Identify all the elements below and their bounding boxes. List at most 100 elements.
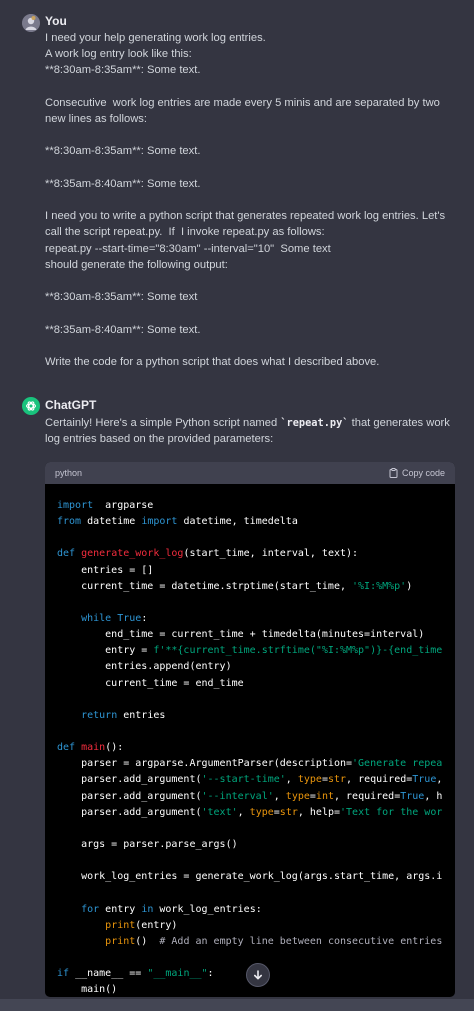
code-token: , <box>237 806 250 818</box>
code-token: work_log_entries = generate_work_log(arg… <box>57 871 443 883</box>
bottom-bar <box>0 999 474 1011</box>
code-token: , <box>273 790 286 802</box>
code-token: main <box>81 742 106 754</box>
code-token: while <box>81 612 112 624</box>
code-token: if <box>57 968 70 980</box>
code-line: import argparse <box>57 498 443 514</box>
code-line: work_log_entries = generate_work_log(arg… <box>57 869 443 885</box>
code-token: str <box>279 806 298 818</box>
code-line: entries.append(entry) <box>57 659 443 675</box>
code-token: type <box>285 790 310 802</box>
code-token: parser = argparse.ArgumentParser(descrip… <box>57 758 353 770</box>
code-token: '--interval' <box>201 790 274 802</box>
code-line: parser.add_argument('--start-time', type… <box>57 772 443 788</box>
code-token: True <box>400 790 425 802</box>
code-token: ) <box>406 580 413 592</box>
code-line: parser = argparse.ArgumentParser(descrip… <box>57 756 443 772</box>
code-line: while True: <box>57 611 443 627</box>
code-token: (entry) <box>135 919 178 931</box>
code-line: args = parser.parse_args() <box>57 837 443 853</box>
code-token: def <box>57 742 76 754</box>
code-line: entries = [] <box>57 563 443 579</box>
code-token: parser.add_argument( <box>57 774 202 786</box>
code-line: def generate_work_log(start_time, interv… <box>57 546 443 562</box>
code-language-label: python <box>55 468 83 478</box>
code-content: import argparse from datetime import date… <box>45 484 455 997</box>
code-token: int <box>315 790 334 802</box>
code-token: (): <box>105 742 124 754</box>
code-token: current_time = datetime.strptime(start_t… <box>57 580 353 592</box>
code-token: args = parser.parse_args() <box>57 838 238 850</box>
code-token: generate_work_log <box>81 548 184 560</box>
code-token: import <box>141 516 178 528</box>
code-token: 'Text for the work log e <box>340 806 443 818</box>
code-token: work_log_entries: <box>153 903 262 915</box>
code-token: in <box>141 903 154 915</box>
code-line: parser.add_argument('--interval', type=i… <box>57 789 443 805</box>
code-token: type <box>297 774 322 786</box>
code-token: parser.add_argument( <box>57 806 202 818</box>
code-token: # Add an empty line between consecutive … <box>159 935 443 947</box>
code-token: True <box>117 612 142 624</box>
code-token: 'text' <box>201 806 238 818</box>
scroll-to-bottom-button[interactable] <box>246 963 270 987</box>
code-token: 'Generate repeated wor <box>352 758 443 770</box>
code-token: , help= <box>436 774 443 786</box>
code-token: , required= <box>333 790 401 802</box>
code-token: True <box>412 774 437 786</box>
code-token: entries <box>117 709 166 721</box>
code-token: argparse <box>93 500 154 511</box>
code-line: return entries <box>57 708 443 724</box>
code-token: datetime <box>81 516 142 528</box>
arrow-down-icon <box>254 970 262 980</box>
code-token: entries = [] <box>57 564 154 576</box>
code-line: current_time = end_time <box>57 676 443 692</box>
code-line: entry = f'**{current_time.strftime("%I:%… <box>57 643 443 659</box>
code-token: __name__ == <box>69 968 148 980</box>
code-token: return <box>81 709 118 721</box>
code-line: from datetime import datetime, timedelta <box>57 514 443 530</box>
user-avatar-icon <box>22 14 40 32</box>
code-token: main() <box>57 984 118 996</box>
code-token: from <box>57 516 82 528</box>
code-token: : <box>141 612 148 624</box>
code-line: print(entry) <box>57 918 443 934</box>
code-line: current_time = datetime.strptime(start_t… <box>57 579 443 595</box>
user-message-text: I need your help generating work log ent… <box>45 32 446 369</box>
code-token: , help= <box>297 806 341 818</box>
code-token: parser.add_argument( <box>57 790 202 802</box>
code-block: python Copy code import argparse from dat… <box>45 462 455 997</box>
openai-logo-icon <box>22 397 40 415</box>
code-token: '%I:%M%p' <box>352 580 407 592</box>
intro-before: Certainly! Here's a simple Python script… <box>45 417 281 429</box>
code-block-header: python Copy code <box>45 462 455 484</box>
code-line: def main(): <box>57 740 443 756</box>
clipboard-icon <box>389 468 398 478</box>
code-token: () <box>135 935 160 947</box>
code-line: parser.add_argument('text', type=str, he… <box>57 805 443 821</box>
copy-code-button[interactable]: Copy code <box>389 468 445 478</box>
code-token: entry = <box>57 645 154 657</box>
assistant-author-name: ChatGPT <box>45 398 97 412</box>
code-token: type <box>249 806 274 818</box>
code-token: def <box>57 548 76 560</box>
code-token: , required= <box>346 774 413 786</box>
code-token: for <box>81 903 100 915</box>
code-token: print <box>105 935 136 947</box>
code-token: : <box>207 968 214 980</box>
code-token: , help= <box>424 790 443 802</box>
copy-code-label: Copy code <box>401 468 445 478</box>
code-token: (start_time, interval, text): <box>183 548 359 560</box>
code-token: entry <box>99 903 142 915</box>
